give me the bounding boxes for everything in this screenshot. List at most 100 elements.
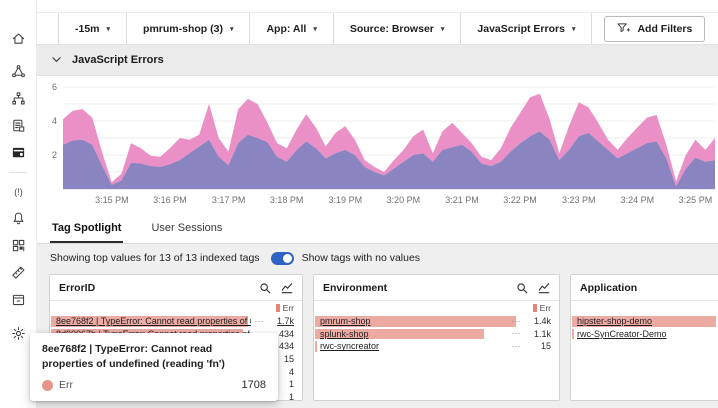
tag-row: rwc-SynCreator-Demo — [571, 328, 718, 341]
svg-text:3:25 PM: 3:25 PM — [679, 195, 713, 205]
time-range-label: -15m — [75, 22, 100, 35]
svg-text:3:23 PM: 3:23 PM — [562, 195, 596, 205]
tag-value-link[interactable]: 8ee768f2 | TypeError: Cannot read proper… — [56, 316, 251, 326]
add-filters-label: Add Filters — [637, 22, 693, 35]
tag-row: rwc-syncreator ⋯ 15 — [314, 340, 559, 353]
home-icon[interactable] — [10, 30, 26, 46]
nav-divider — [9, 172, 27, 173]
row-count: 1.1k — [533, 328, 551, 339]
row-count: 15 — [540, 341, 551, 352]
svg-text:4: 4 — [52, 116, 57, 126]
err-legend-swatch — [275, 304, 280, 312]
err-bar — [315, 341, 317, 352]
svg-text:3:24 PM: 3:24 PM — [621, 195, 655, 205]
log-icon[interactable] — [10, 118, 26, 134]
bell-icon[interactable] — [10, 211, 26, 227]
error-type-filter-label: JavaScript Errors — [477, 22, 565, 35]
hierarchy-icon[interactable] — [10, 91, 26, 107]
svg-text:3:21 PM: 3:21 PM — [445, 195, 479, 205]
toggle-label: Show tags with no values — [301, 252, 421, 264]
row-count: 1.7k — [276, 316, 294, 327]
source-filter[interactable]: Source: Browser ▾ — [332, 13, 461, 44]
chevron-down-icon: ▾ — [106, 25, 111, 33]
row-count: 1.4k — [533, 316, 551, 327]
tooltip-title: 8ee768f2 | TypeError: Cannot read proper… — [42, 343, 225, 370]
environment-filter-label: pmrum-shop (3) — [143, 22, 223, 35]
row-menu-icon[interactable]: ⋯ — [508, 316, 524, 327]
chart-icon[interactable] — [538, 282, 550, 294]
app-filter[interactable]: App: All ▾ — [249, 13, 332, 44]
add-filters-button[interactable]: Add Filters — [604, 15, 706, 42]
alert-icon[interactable]: (!) — [10, 184, 26, 200]
errors-chart[interactable]: 2 4 6 3:15 PM 3:16 PM 3:17 PM 3:18 PM 3:19 PM 3:… — [37, 76, 718, 214]
tab-tag-spotlight[interactable]: Tag Spotlight — [50, 214, 124, 243]
chevron-down-icon: ▾ — [571, 25, 576, 33]
panel-title: ErrorID — [59, 281, 96, 294]
show-tags-toggle[interactable] — [270, 251, 294, 265]
grid-icon[interactable] — [10, 238, 26, 254]
ruler-icon[interactable] — [10, 265, 26, 281]
err-legend-label: Err — [282, 303, 294, 313]
chevron-down-icon — [52, 57, 61, 62]
panel-environment: Environment Err pmrum-shop ⋯ 1.4k splunk-shop… — [313, 274, 560, 401]
svg-text:3:18 PM: 3:18 PM — [270, 195, 304, 205]
chevron-down-icon: ▾ — [313, 25, 317, 33]
gear-icon[interactable] — [10, 325, 26, 341]
tag-value-link[interactable]: rwc-syncreator — [320, 341, 508, 351]
svg-text:2: 2 — [52, 150, 57, 160]
tabs: Tag Spotlight User Sessions — [37, 214, 718, 244]
chart-tooltip: 8ee768f2 | TypeError: Cannot read proper… — [30, 333, 278, 402]
err-bar — [572, 328, 574, 340]
chevron-down-icon: ▾ — [440, 25, 445, 33]
environment-filter[interactable]: pmrum-shop (3) ▾ — [126, 13, 249, 44]
row-menu-icon[interactable]: ⋯ — [251, 316, 267, 327]
svg-text:3:22 PM: 3:22 PM — [503, 195, 537, 205]
time-range-filter[interactable]: -15m ▾ — [58, 13, 126, 44]
row-menu-icon[interactable]: ⋯ — [508, 328, 524, 339]
tag-value-link[interactable]: rwc-SynCreator-Demo — [577, 329, 718, 339]
stacked-area-chart[interactable]: 2 4 6 3:15 PM 3:16 PM 3:17 PM 3:18 PM 3:19 PM 3:… — [37, 79, 718, 211]
panel-title: Application — [580, 281, 638, 294]
chevron-down-icon: ▾ — [229, 25, 234, 33]
section-title: JavaScript Errors — [72, 54, 164, 66]
funnel-plus-icon — [617, 23, 631, 33]
err-series-dot — [42, 379, 53, 391]
svg-text:3:15 PM: 3:15 PM — [95, 195, 129, 205]
filter-bar: -15m ▾ pmrum-shop (3) ▾ App: All ▾ Source: … — [37, 0, 718, 45]
err-legend-swatch — [532, 304, 537, 312]
row-menu-icon[interactable]: ⋯ — [508, 341, 524, 352]
box-icon[interactable] — [10, 292, 26, 308]
panel-legend: Err — [571, 301, 718, 315]
svg-text:3:17 PM: 3:17 PM — [212, 195, 246, 205]
panel-legend: Err — [50, 301, 302, 315]
network-icon[interactable] — [10, 64, 26, 80]
toggle-knob — [282, 253, 292, 263]
tab-user-sessions[interactable]: User Sessions — [149, 214, 224, 243]
search-icon[interactable] — [259, 282, 271, 294]
spotlight-controls: Showing top values for 13 of 13 indexed … — [37, 244, 718, 272]
err-legend-label: Err — [539, 303, 551, 313]
tooltip-value: 1708 — [241, 379, 266, 392]
svg-text:3:20 PM: 3:20 PM — [387, 195, 421, 205]
svg-text:3:16 PM: 3:16 PM — [153, 195, 187, 205]
tag-value-link[interactable]: hipster-shop-demo — [577, 316, 718, 326]
tag-row: hipster-shop-demo — [571, 315, 718, 328]
svg-text:(!): (!) — [14, 187, 22, 197]
tag-row: 8ee768f2 | TypeError: Cannot read proper… — [50, 315, 302, 328]
svg-text:3:19 PM: 3:19 PM — [329, 195, 363, 205]
error-type-filter[interactable]: JavaScript Errors ▾ — [460, 13, 593, 44]
tag-value-link[interactable]: pmrum-shop — [320, 316, 508, 326]
tooltip-series-row: Err 1708 — [42, 379, 266, 391]
search-icon[interactable] — [516, 282, 528, 294]
chart-icon[interactable] — [281, 282, 293, 294]
app-filter-label: App: All — [266, 22, 307, 35]
panel-legend: Err — [314, 301, 559, 315]
svg-text:6: 6 — [52, 82, 57, 92]
chart-section-header[interactable]: JavaScript Errors — [37, 45, 718, 76]
tag-row: pmrum-shop ⋯ 1.4k — [314, 315, 559, 328]
tag-row: splunk-shop ⋯ 1.1k — [314, 328, 559, 341]
spotlight-summary: Showing top values for 13 of 13 indexed … — [50, 252, 260, 264]
tag-value-link[interactable]: splunk-shop — [320, 329, 508, 339]
rum-card-icon[interactable] — [10, 145, 26, 161]
panel-application: Application Errhipster-shop-demo rwc-SynCr… — [570, 274, 718, 401]
